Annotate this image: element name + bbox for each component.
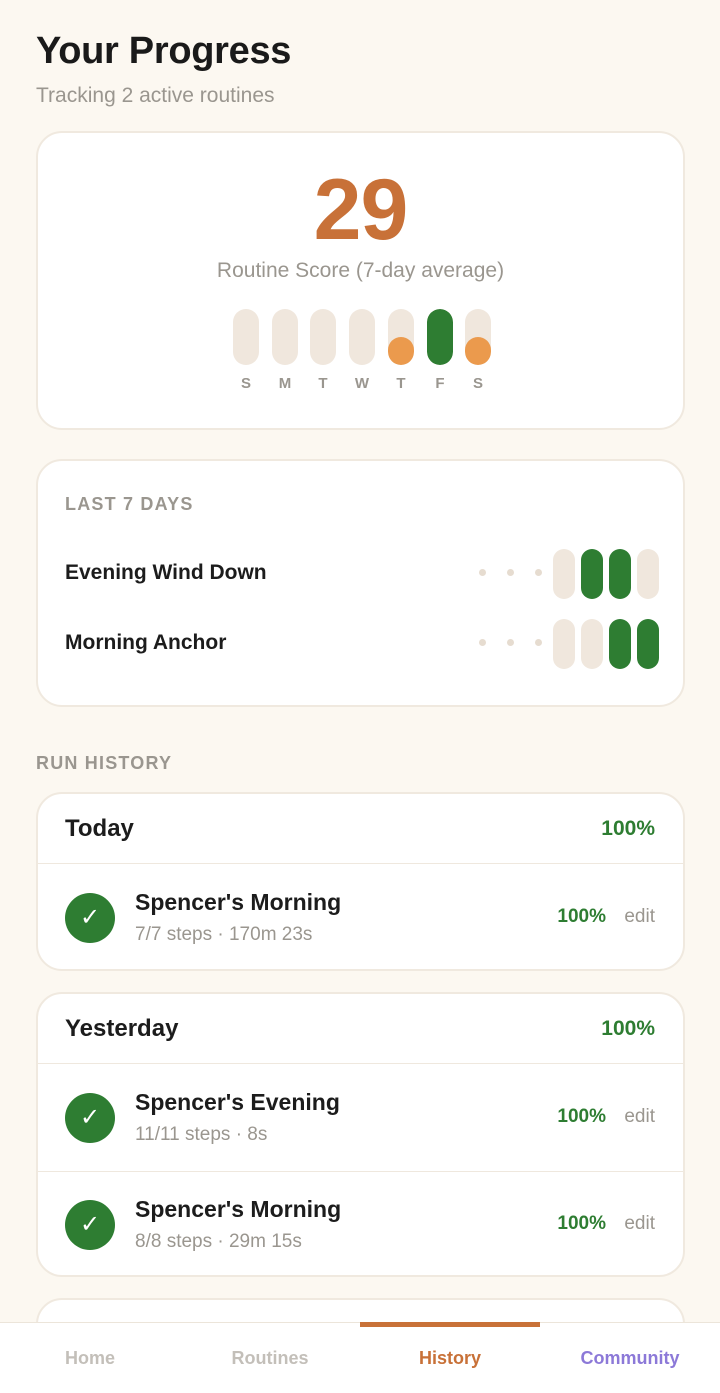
run-group-day: Yesterday xyxy=(65,1015,179,1042)
run-name: Spencer's Morning xyxy=(135,1196,342,1222)
page-subtitle: Tracking 2 active routines xyxy=(36,84,275,107)
edit-link[interactable]: edit xyxy=(624,1213,655,1235)
run-group-percent: 100% xyxy=(601,817,655,840)
routine-score-card: 29 Routine Score (7-day average) S M T W T F S xyxy=(36,131,685,430)
day-bar-2: T xyxy=(310,309,336,399)
day-completed-bar xyxy=(637,619,659,669)
check-icon: ✓ xyxy=(65,1200,115,1250)
day-bar-fill xyxy=(465,337,491,365)
older-days-dots xyxy=(479,569,549,579)
run-name: Spencer's Morning xyxy=(135,889,342,915)
day-bar-label: M xyxy=(278,375,292,392)
last-7-days-card: LAST 7 DAYS Evening Wind Down Morning An… xyxy=(36,459,685,707)
day-bar-fill xyxy=(388,337,414,365)
day-bar-0: S xyxy=(233,309,259,399)
nav-tab-label: Home xyxy=(64,1348,115,1368)
routine-row-evening-wind-down[interactable]: Evening Wind Down xyxy=(65,549,659,599)
nav-tab-label: History xyxy=(418,1348,481,1368)
day-bar-track xyxy=(233,309,259,365)
progress-screen: Your Progress Tracking 2 active routines… xyxy=(0,0,720,1393)
edit-link[interactable]: edit xyxy=(624,1106,655,1128)
nav-tab-label: Routines xyxy=(231,1348,309,1368)
bottom-nav: Home Routines History Community xyxy=(0,1322,720,1393)
day-missed-bar xyxy=(637,549,659,599)
day-bar-1: M xyxy=(272,309,298,399)
day-missed-bar xyxy=(553,549,575,599)
day-bar-label: W xyxy=(354,375,370,392)
weekday-score-bars: SMTWTFS xyxy=(233,309,493,399)
run-item[interactable]: ✓ Spencer's Morning 8/8 steps · 29m 15s … xyxy=(38,1171,683,1275)
check-icon: ✓ xyxy=(65,893,115,943)
day-bar-label: T xyxy=(396,375,406,392)
run-name: Spencer's Evening xyxy=(135,1089,340,1115)
day-missed-bar xyxy=(581,619,603,669)
day-dot xyxy=(479,639,486,646)
day-bar-track xyxy=(388,309,414,365)
day-completed-bar xyxy=(609,549,631,599)
day-bar-track xyxy=(310,309,336,365)
score-label: Routine Score (7-day average) xyxy=(216,259,505,282)
run-percent: 100% xyxy=(557,906,606,927)
routine-row-morning-anchor[interactable]: Morning Anchor xyxy=(65,619,659,669)
day-missed-bar xyxy=(553,619,575,669)
run-group-yesterday: Yesterday 100% ✓ Spencer's Evening 11/11… xyxy=(36,992,685,1277)
routine-day-bars xyxy=(553,619,659,669)
day-bar-5: F xyxy=(427,309,453,399)
nav-tab-label: Community xyxy=(580,1348,680,1368)
page-title: Your Progress xyxy=(36,30,292,72)
run-meta: 8/8 steps · 29m 15s xyxy=(135,1231,302,1252)
day-bar-track xyxy=(465,309,491,365)
nav-tab-routines[interactable]: Routines xyxy=(180,1323,360,1393)
nav-tab-history[interactable]: History xyxy=(360,1322,540,1393)
day-dot xyxy=(507,569,514,576)
older-days-dots xyxy=(479,639,549,649)
day-bar-track xyxy=(349,309,375,365)
run-group-percent: 100% xyxy=(601,1017,655,1040)
day-bar-3: W xyxy=(349,309,375,399)
nav-tab-community[interactable]: Community xyxy=(540,1323,720,1393)
day-dot xyxy=(535,569,542,576)
day-completed-bar xyxy=(581,549,603,599)
run-meta: 11/11 steps · 8s xyxy=(135,1124,268,1145)
day-bar-label: F xyxy=(435,375,445,392)
day-bar-fill xyxy=(427,309,453,365)
run-group-header: Yesterday 100% xyxy=(38,994,683,1064)
run-history-label: RUN HISTORY xyxy=(36,753,173,773)
run-group-header: Today 100% xyxy=(38,794,683,864)
run-percent: 100% xyxy=(557,1213,606,1234)
nav-tab-home[interactable]: Home xyxy=(0,1323,180,1393)
day-bar-6: S xyxy=(465,309,491,399)
day-bar-4: T xyxy=(388,309,414,399)
run-item[interactable]: ✓ Spencer's Morning 7/7 steps · 170m 23s… xyxy=(38,865,683,969)
run-group-day: Today xyxy=(65,815,134,842)
day-bar-label: S xyxy=(472,375,483,392)
last-7-days-label: LAST 7 DAYS xyxy=(65,494,194,514)
routine-name: Morning Anchor xyxy=(65,631,227,654)
day-bar-label: S xyxy=(240,375,251,392)
run-percent: 100% xyxy=(557,1106,606,1127)
run-group-today: Today 100% ✓ Spencer's Morning 7/7 steps… xyxy=(36,792,685,971)
day-completed-bar xyxy=(609,619,631,669)
score-value: 29 xyxy=(313,162,409,258)
day-bar-label: T xyxy=(318,375,328,392)
run-item[interactable]: ✓ Spencer's Evening 11/11 steps · 8s 100… xyxy=(38,1065,683,1171)
run-meta: 7/7 steps · 170m 23s xyxy=(135,924,313,945)
check-icon: ✓ xyxy=(65,1093,115,1143)
day-bar-track xyxy=(427,309,453,365)
routine-name: Evening Wind Down xyxy=(65,561,267,584)
edit-link[interactable]: edit xyxy=(624,906,655,928)
day-dot xyxy=(479,569,486,576)
routine-day-bars xyxy=(553,549,659,599)
day-dot xyxy=(535,639,542,646)
day-bar-track xyxy=(272,309,298,365)
day-dot xyxy=(507,639,514,646)
